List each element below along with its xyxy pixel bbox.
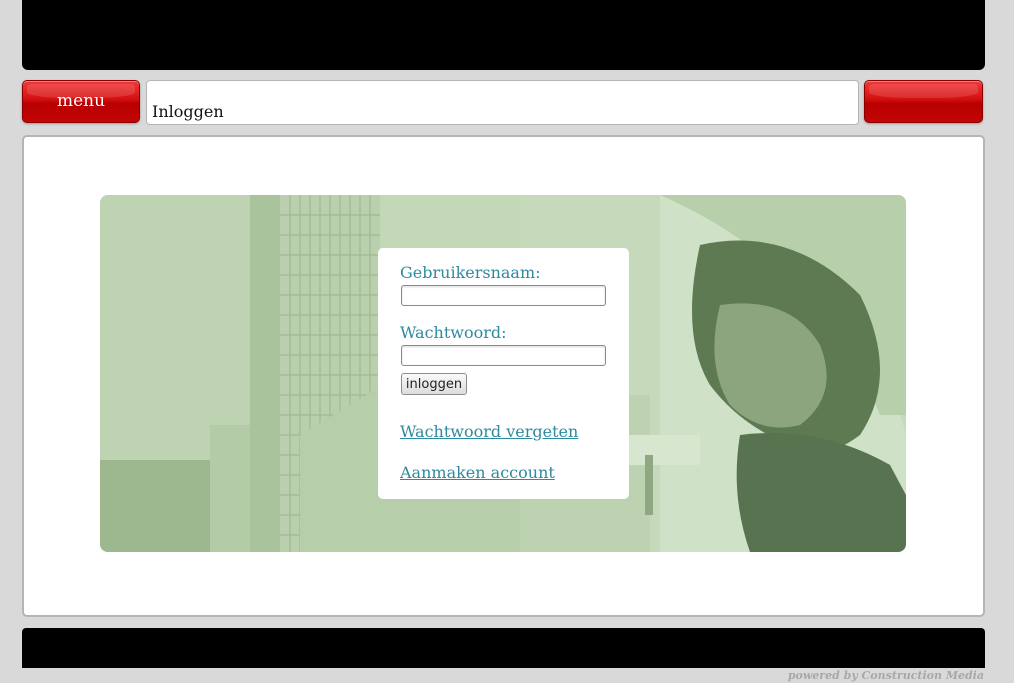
page-edge-bottom <box>0 683 1024 695</box>
page-title: Inloggen <box>152 102 224 121</box>
powered-by-text: powered by Construction Media <box>787 669 984 682</box>
right-nav-button[interactable] <box>864 80 983 123</box>
page-edge-right <box>1014 0 1024 695</box>
username-label: Gebruikersnaam: <box>400 263 541 282</box>
header-banner <box>22 0 985 70</box>
password-label: Wachtwoord: <box>400 323 507 342</box>
login-form: Gebruikersnaam: Wachtwoord: inloggen Wac… <box>378 248 629 499</box>
forgot-password-link[interactable]: Wachtwoord vergeten <box>400 422 578 441</box>
login-submit-button[interactable]: inloggen <box>401 373 467 395</box>
page-title-bar: Inloggen <box>146 80 859 125</box>
password-input[interactable] <box>401 345 606 366</box>
menu-button[interactable]: menu <box>22 80 140 123</box>
username-input[interactable] <box>401 285 606 306</box>
menu-button-label: menu <box>56 91 106 111</box>
create-account-link[interactable]: Aanmaken account <box>400 463 555 482</box>
footer-banner <box>22 628 985 668</box>
